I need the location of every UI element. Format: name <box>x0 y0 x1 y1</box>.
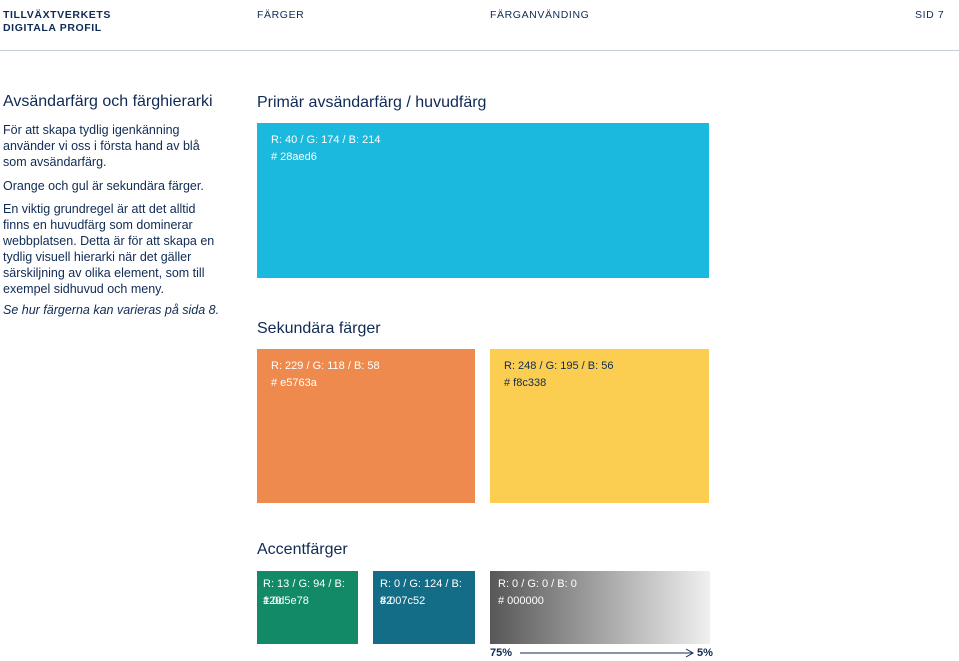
orange-swatch: R: 229 / G: 118 / B: 58 # e5763a <box>257 349 475 503</box>
teal-accent-hex: # 007c52 <box>380 595 426 607</box>
page-number: SID 7 <box>915 9 945 21</box>
tint-scale-arrow-icon <box>520 648 695 658</box>
intro-paragraph-1: För att skapa tydlig igenkänning använde… <box>3 123 200 169</box>
secondary-title: Sekundära färger <box>257 320 381 337</box>
intro-title: Avsändarfärg och färghierarki <box>3 93 213 110</box>
subsection-label: FÄRGANVÄNDING <box>490 9 590 21</box>
primary-rgb: R: 40 / G: 174 / B: 214 <box>271 134 381 146</box>
black-accent-rgb: R: 0 / G: 0 / B: 0 <box>498 578 577 590</box>
org-name: TILLVÄXTVERKETS DIGITALA PROFIL <box>3 9 111 35</box>
orange-rgb: R: 229 / G: 118 / B: 58 <box>271 360 380 372</box>
org-line-1: TILLVÄXTVERKETS <box>3 9 111 21</box>
intro-paragraph-4: Se hur färgerna kan varieras på sida 8. <box>3 303 220 317</box>
primary-hex: # 28aed6 <box>271 151 317 163</box>
green-accent-hex: # 0d5e78 <box>263 595 309 607</box>
black-accent-hex: # 000000 <box>498 595 544 607</box>
primary-swatch: R: 40 / G: 174 / B: 214 # 28aed6 <box>257 123 709 278</box>
primary-title: Primär avsändarfärg / huvudfärg <box>257 94 487 111</box>
intro-paragraph-3: En viktig grundregel är att det alltid f… <box>3 202 215 296</box>
org-line-2: DIGITALA PROFIL <box>3 22 102 34</box>
section-label: FÄRGER <box>257 9 305 21</box>
yellow-hex: # f8c338 <box>504 377 547 389</box>
accent-title: Accentfärger <box>257 541 348 558</box>
teal-accent-swatch: R: 0 / G: 124 / B: 82 # 007c52 <box>373 571 475 644</box>
yellow-swatch: R: 248 / G: 195 / B: 56 # f8c338 <box>490 349 709 503</box>
black-accent-gradient-swatch: R: 0 / G: 0 / B: 0 # 000000 <box>490 571 710 644</box>
tint-scale-end: 5% <box>697 647 713 659</box>
yellow-rgb: R: 248 / G: 195 / B: 56 <box>504 360 614 372</box>
header-divider <box>0 50 959 51</box>
tint-scale-start: 75% <box>490 647 513 659</box>
orange-hex: # e5763a <box>271 377 317 389</box>
intro-paragraph-2: Orange och gul är sekundära färger. <box>3 179 204 193</box>
green-accent-swatch: R: 13 / G: 94 / B: 120 # 0d5e78 <box>257 571 358 644</box>
